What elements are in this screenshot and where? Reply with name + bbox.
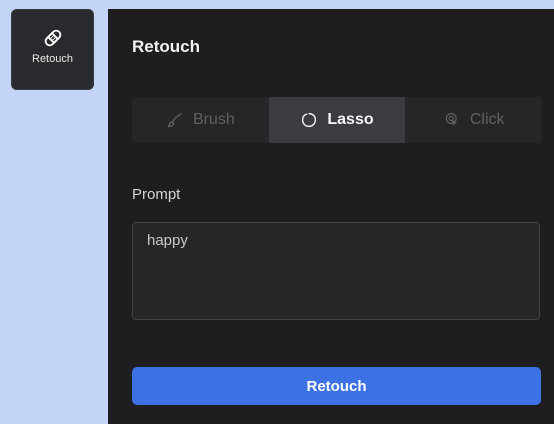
tab-brush[interactable]: Brush xyxy=(132,97,269,143)
lasso-icon xyxy=(302,112,317,128)
bandage-icon xyxy=(44,29,61,47)
brush-icon xyxy=(167,113,182,128)
prompt-label: Prompt xyxy=(132,186,181,203)
retouch-tool-button[interactable]: Retouch xyxy=(11,9,94,90)
retouch-submit-button[interactable]: Retouch xyxy=(132,367,541,405)
retouch-tool-label: Retouch xyxy=(32,53,73,65)
tab-click[interactable]: Click xyxy=(405,97,542,143)
retouch-panel: Retouch Brush Lasso Click Prompt happy R… xyxy=(108,9,554,424)
prompt-input[interactable]: happy xyxy=(132,222,540,320)
panel-title: Retouch xyxy=(132,37,200,56)
tab-lasso-label: Lasso xyxy=(327,111,374,128)
tab-click-label: Click xyxy=(469,111,505,128)
click-icon xyxy=(445,113,457,127)
tab-lasso[interactable]: Lasso xyxy=(268,97,406,143)
selection-mode-tabs: Brush Lasso Click xyxy=(132,97,542,143)
tab-brush-label: Brush xyxy=(192,111,235,128)
